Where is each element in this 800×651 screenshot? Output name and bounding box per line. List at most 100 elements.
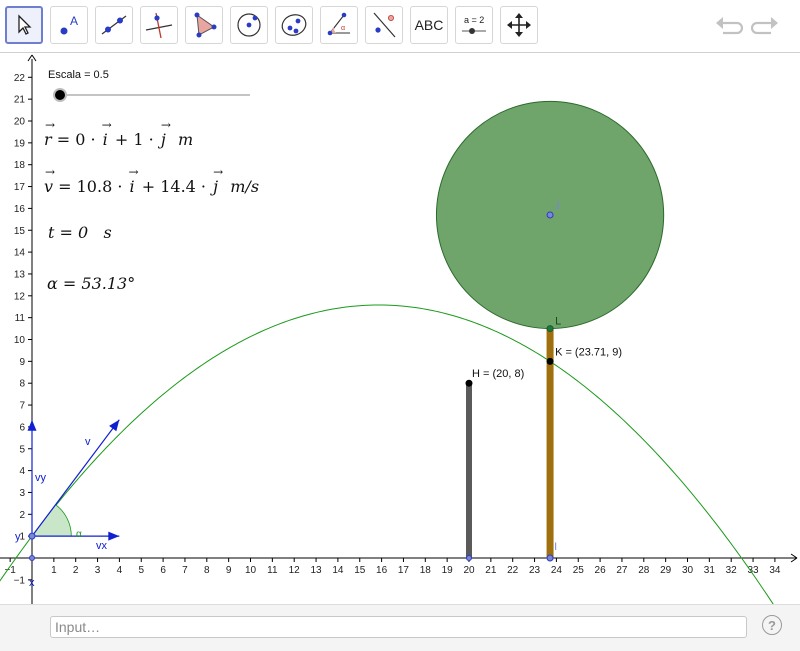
- slider-tool-button[interactable]: a = 2: [455, 6, 493, 44]
- r-symbol: → r: [44, 118, 56, 149]
- point-a-icon: A: [60, 14, 78, 35]
- x-tick-label: 1: [51, 565, 57, 576]
- x-tick-label: 10: [245, 565, 257, 576]
- point-tool-button[interactable]: A: [50, 6, 88, 44]
- slider-tool-label: a = 2: [464, 15, 484, 25]
- label-alpha: α: [76, 529, 82, 540]
- circle-center-point-icon: [237, 13, 261, 37]
- y-tick-label: 9: [19, 357, 25, 368]
- polygon-icon: [194, 12, 217, 38]
- velocity-vector-vy-head: [27, 419, 37, 431]
- x-tick-label: 24: [551, 565, 563, 576]
- y-tick-label: 21: [14, 95, 26, 106]
- trajectory-parabola: [0, 304, 774, 604]
- x-tick-label: 9: [226, 565, 232, 576]
- conic-tool-button[interactable]: [275, 6, 313, 44]
- y-tick-label: 10: [14, 335, 26, 346]
- velocity-vector-v-head: [109, 419, 120, 432]
- y-tick-label: 4: [19, 466, 25, 477]
- move-tool-button[interactable]: [5, 6, 43, 44]
- label-v: v: [85, 436, 91, 448]
- y-tick-label: 14: [14, 248, 26, 259]
- point-i-label: I: [554, 541, 557, 553]
- x-tick-label: 26: [595, 565, 607, 576]
- point-k-label: K = (23.71, 9): [555, 346, 622, 358]
- y-tick-label: 17: [14, 182, 26, 193]
- point-k: [546, 357, 554, 365]
- perpendicular-line-icon: [145, 12, 173, 39]
- x-tick-label: 5: [138, 565, 144, 576]
- x-tick-label: 4: [117, 565, 123, 576]
- angle-icon: α: [327, 12, 350, 36]
- line-tool-button[interactable]: [95, 6, 133, 44]
- point-h: [465, 379, 473, 387]
- x-tick-label: 34: [769, 565, 781, 576]
- x-tick-label: 32: [726, 565, 738, 576]
- x-tick-label: 12: [289, 565, 301, 576]
- origin-point: [29, 555, 35, 561]
- perpendicular-line-tool-button[interactable]: [140, 6, 178, 44]
- point-l-label: L: [555, 316, 561, 328]
- angle-tool-button[interactable]: α: [320, 6, 358, 44]
- y-tick-label: 2: [19, 510, 25, 521]
- undo-button[interactable]: [714, 12, 744, 40]
- text-tool-label: ABC: [414, 17, 444, 33]
- x-tick-label: 14: [332, 565, 344, 576]
- help-button[interactable]: ?: [762, 615, 782, 635]
- y-tick-label: 13: [14, 269, 26, 280]
- circle-tool-button[interactable]: [230, 6, 268, 44]
- svg-text:A: A: [70, 14, 78, 28]
- point-h-label: H = (20, 8): [472, 368, 524, 380]
- move-graphics-view-tool-button[interactable]: [500, 6, 538, 44]
- x-tick-label: 16: [376, 565, 388, 576]
- velocity-vector-formula: → v = 10.8 · → i + 14.4 · → j m/s: [44, 165, 260, 196]
- x-tick-label: 11: [267, 565, 278, 576]
- point-j: [546, 211, 554, 219]
- x-tick-label: 28: [638, 565, 650, 576]
- y-tick-label: 12: [14, 291, 26, 302]
- x-tick-label: 27: [616, 565, 628, 576]
- label-x: x: [29, 577, 35, 589]
- slider-knob-center: [55, 90, 65, 100]
- scale-slider-label: Escala = 0.5: [48, 69, 109, 81]
- label-y: y: [15, 531, 21, 543]
- input-bar: [0, 604, 800, 651]
- x-tick-label: 20: [463, 565, 475, 576]
- x-tick-label: 19: [442, 565, 454, 576]
- x-tick-label: 22: [507, 565, 519, 576]
- point-j-label: J: [554, 200, 560, 212]
- point-i: [546, 554, 554, 562]
- launch-point: [28, 532, 36, 540]
- text-tool-button[interactable]: ABC: [410, 6, 448, 44]
- time-formula: t = 0 s: [48, 223, 112, 242]
- reflect-tool-button[interactable]: [365, 6, 403, 44]
- y-tick-label: 16: [14, 204, 26, 215]
- graphics-view[interactable]: −1 1 2 3 4 5 6 7 8 9 10 11 12 13 14 15 16 17 18 19 20 21 22 23 2…: [0, 53, 800, 604]
- x-tick-label: 2: [73, 565, 79, 576]
- x-tick-label: 25: [573, 565, 585, 576]
- label-vy: vy: [35, 472, 47, 484]
- algebra-input-field[interactable]: [50, 616, 747, 638]
- x-tick-label: 17: [398, 565, 410, 576]
- y-tick-label: 7: [19, 401, 25, 412]
- reflect-about-line-icon: [373, 12, 396, 38]
- y-tick-label: 18: [14, 160, 26, 171]
- label-vx: vx: [96, 540, 108, 552]
- x-tick-label: 15: [354, 565, 366, 576]
- y-tick-label: 5: [19, 444, 25, 455]
- y-tick-label: 8: [19, 379, 25, 390]
- redo-icon: [751, 17, 778, 35]
- y-tick-label: 20: [14, 117, 26, 128]
- y-tick-label: 22: [14, 73, 26, 84]
- x-tick-label: 29: [660, 565, 672, 576]
- y-tick-label: 19: [14, 138, 26, 149]
- redo-button[interactable]: [750, 12, 780, 40]
- polygon-tool-button[interactable]: [185, 6, 223, 44]
- point-l: [546, 325, 554, 333]
- x-tick-label: 3: [95, 565, 101, 576]
- scale-slider[interactable]: [48, 87, 254, 103]
- x-tick-label: 7: [182, 565, 188, 576]
- y-tick-label: 11: [15, 313, 26, 324]
- x-tick-label: 13: [310, 565, 322, 576]
- line-through-points-icon: [101, 15, 127, 35]
